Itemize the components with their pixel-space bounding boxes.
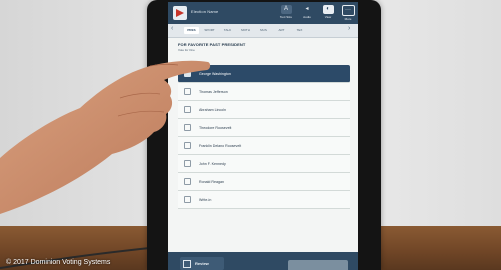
election-name: Election Name [191,9,219,14]
tab-pres[interactable]: PRES [184,27,199,34]
text-size-icon: A [280,5,292,14]
flag-logo-icon [173,6,187,20]
tab-sport[interactable]: SPORT [202,27,217,34]
tab-tex[interactable]: TEX [292,27,307,34]
photo-scene: Election Name A Text Size ◂ Audio ◐ View… [0,0,501,270]
speaker-icon: ◂ [305,6,309,12]
text-size-button[interactable]: A Text Size [278,5,294,21]
copyright-watermark: © 2017 Dominion Voting Systems [6,259,111,266]
view-button[interactable]: ◐ View [320,5,336,21]
ballot-bottom-bar: Review [168,252,358,270]
voter-hand [0,60,211,214]
next-button[interactable] [288,260,348,270]
tab-talk[interactable]: TALK [220,27,235,34]
ballot-top-bar: Election Name A Text Size ◂ Audio ◐ View… [168,2,358,24]
tab-mus[interactable]: MUS [256,27,271,34]
chevron-right-icon[interactable]: › [348,25,350,32]
contest-tabs: ‹ PRES SPORT TALK MOTH MUS ART TEX › [168,24,358,38]
tab-moth[interactable]: MOTH [238,27,253,34]
more-dots-icon: ··· [341,5,355,16]
view-toggle-icon: ◐ [322,5,334,14]
more-button[interactable]: ··· More [340,5,356,21]
tab-art[interactable]: ART [274,27,289,34]
review-button[interactable]: Review [180,257,224,270]
review-list-icon [183,259,191,268]
chevron-left-icon[interactable]: ‹ [171,25,173,32]
audio-button[interactable]: ◂ Audio [299,5,315,21]
